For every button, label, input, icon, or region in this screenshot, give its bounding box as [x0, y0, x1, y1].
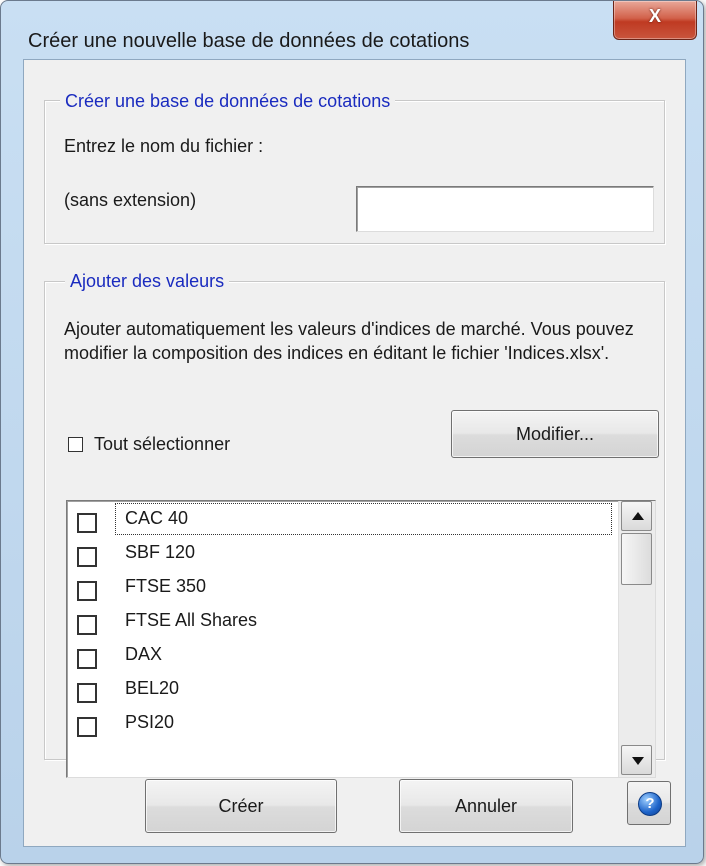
filename-label: Entrez le nom du fichier : — [64, 136, 264, 156]
list-item[interactable]: DAX — [67, 637, 613, 671]
modify-button-label: Modifier... — [515, 424, 595, 444]
list-item-checkbox[interactable] — [77, 683, 97, 703]
list-item-checkbox[interactable] — [77, 547, 97, 567]
list-item-label: FTSE 350 — [125, 576, 207, 596]
list-item-checkbox[interactable] — [77, 581, 97, 601]
help-icon: ? — [638, 792, 662, 816]
list-item-label: DAX — [125, 644, 163, 664]
list-item-checkbox[interactable] — [77, 513, 97, 533]
list-item-label: BEL20 — [125, 678, 180, 698]
list-item-checkbox[interactable] — [77, 649, 97, 669]
list-item[interactable]: FTSE All Shares — [67, 603, 613, 637]
listbox-scrollbar[interactable] — [618, 501, 655, 777]
list-item-checkbox[interactable] — [77, 615, 97, 635]
list-item[interactable]: SBF 120 — [67, 535, 613, 569]
scroll-down-icon — [632, 757, 644, 765]
window-title: Créer une nouvelle base de données de co… — [28, 30, 470, 52]
create-button-label: Créer — [218, 796, 264, 816]
indices-listbox[interactable]: CAC 40 SBF 120 FTSE 350 FTSE All Shares DAX B… — [66, 500, 656, 778]
add-values-group-legend: Ajouter des valeurs — [65, 270, 230, 292]
scroll-thumb[interactable] — [621, 533, 652, 585]
select-all-label[interactable]: Tout sélectionner — [94, 432, 230, 456]
modify-button[interactable]: Modifier... — [451, 410, 659, 458]
close-icon: X — [648, 6, 661, 26]
focus-rectangle — [115, 503, 612, 535]
dialog-window: Créer une nouvelle base de données de co… — [0, 0, 704, 864]
title-bar[interactable]: Créer une nouvelle base de données de co… — [1, 1, 703, 52]
dialog-body: Créer une base de données de cotations E… — [23, 59, 686, 847]
add-values-description: Ajouter automatiquement les valeurs d'in… — [64, 319, 634, 363]
list-item-label: FTSE All Shares — [125, 610, 258, 630]
list-item[interactable]: FTSE 350 — [67, 569, 613, 603]
scroll-down-button[interactable] — [621, 745, 652, 775]
help-button[interactable]: ? — [627, 781, 671, 825]
list-item[interactable]: CAC 40 — [67, 501, 613, 535]
scroll-up-icon — [632, 512, 644, 520]
list-item[interactable]: PSI20 — [67, 705, 613, 739]
filename-input[interactable] — [356, 186, 654, 232]
cancel-button[interactable]: Annuler — [399, 779, 573, 833]
cancel-button-label: Annuler — [454, 796, 518, 816]
list-item-label: SBF 120 — [125, 542, 196, 562]
create-button[interactable]: Créer — [145, 779, 337, 833]
close-button[interactable]: X — [613, 1, 697, 40]
extension-hint-label: (sans extension) — [64, 190, 197, 210]
list-item-checkbox[interactable] — [77, 717, 97, 737]
list-item-label: PSI20 — [125, 712, 175, 732]
list-item[interactable]: BEL20 — [67, 671, 613, 705]
select-all-checkbox[interactable] — [68, 437, 83, 452]
scroll-up-button[interactable] — [621, 501, 652, 531]
create-database-group-legend: Créer une base de données de cotations — [60, 90, 396, 112]
